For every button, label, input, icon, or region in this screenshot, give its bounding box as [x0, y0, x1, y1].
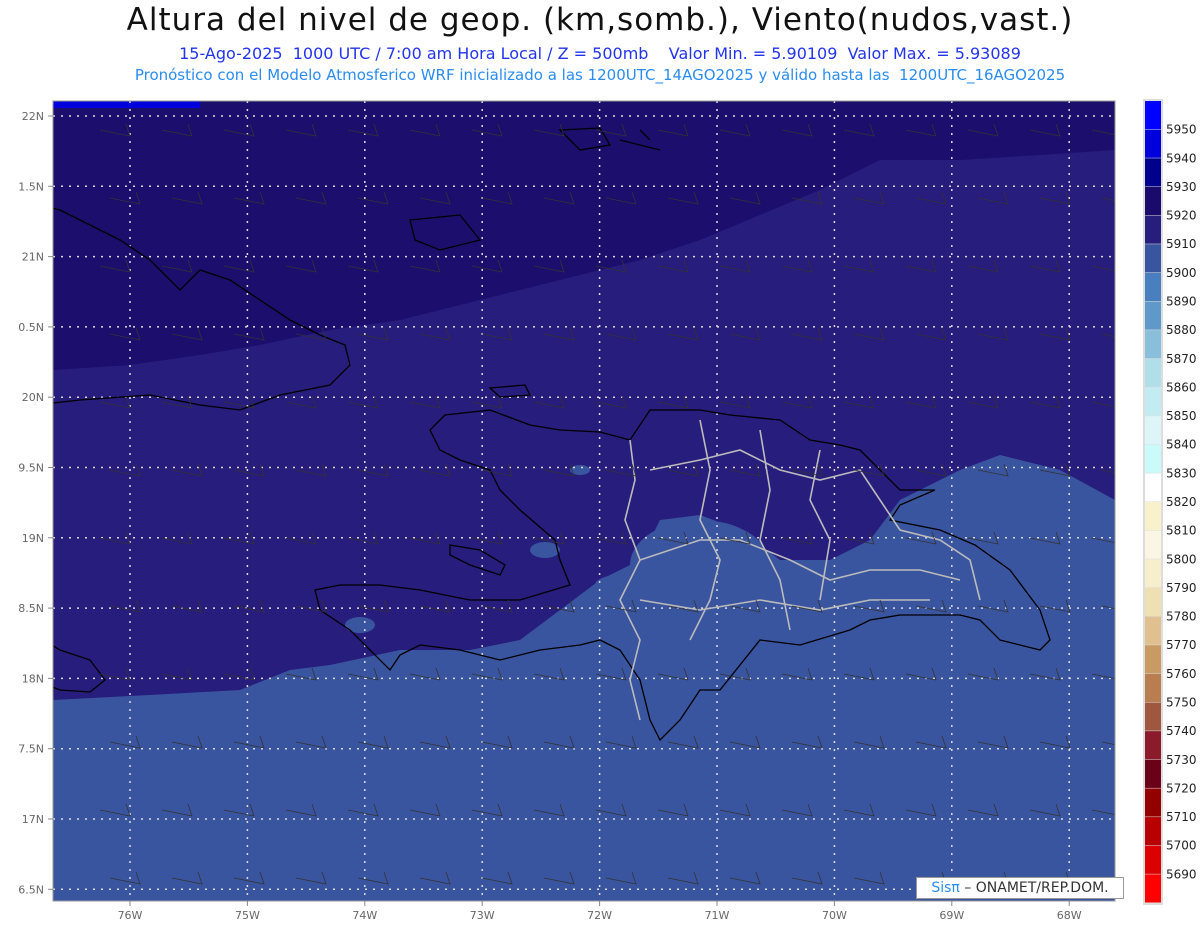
legend-swatch: [1145, 587, 1161, 617]
legend-swatch: [1145, 215, 1161, 244]
sispi-logo: Sisπ: [931, 880, 960, 896]
legend-swatch: [1145, 129, 1161, 158]
legend-swatch: [1145, 244, 1161, 273]
legend-swatch: [1145, 387, 1161, 416]
legend-swatch: [1145, 358, 1161, 387]
legend-label: 5850: [1166, 409, 1197, 423]
lat-label: 17N: [22, 813, 44, 826]
legend-label: 5900: [1166, 266, 1197, 280]
legend-label: 5820: [1166, 495, 1197, 509]
legend-label: 5920: [1166, 209, 1197, 223]
legend-label: 5800: [1166, 552, 1197, 566]
legend-label: 5710: [1166, 810, 1197, 824]
legend-swatch: [1145, 473, 1161, 502]
lon-label: 72W: [587, 909, 612, 922]
longitude-axis: 76W 75W 74W 73W 72W 71W 70W 69W 68W: [118, 901, 1082, 922]
legend-label: 5730: [1166, 753, 1197, 767]
legend-swatch: [1145, 101, 1161, 130]
legend-label: 5910: [1166, 237, 1197, 251]
lat-label: 18N: [22, 672, 44, 685]
legend-swatch: [1145, 444, 1161, 473]
lon-label: 68W: [1057, 909, 1082, 922]
lon-label: 75W: [235, 909, 260, 922]
legend-label: 5810: [1166, 524, 1197, 538]
lat-label: 20N: [22, 391, 44, 404]
legend-label: 5750: [1166, 696, 1197, 710]
legend-swatch: [1145, 530, 1161, 559]
lat-label: 19N: [22, 532, 44, 545]
lat-label: 8.5N: [18, 602, 44, 615]
legend-swatch: [1145, 330, 1161, 359]
color-legend: 5950 5940 5930 5920 5910 5900 5890 5880 5870 5860…: [1143, 99, 1197, 905]
legend-label: 5840: [1166, 438, 1197, 452]
legend-swatch: [1145, 788, 1161, 817]
lat-label: 9.5N: [18, 462, 44, 475]
legend-label: 5950: [1166, 123, 1197, 137]
lat-label: 6.5N: [18, 883, 44, 896]
legend-swatch: [1145, 502, 1161, 531]
legend-label: 5740: [1166, 724, 1197, 738]
lat-label: 21N: [22, 251, 44, 264]
legend-label: 5780: [1166, 610, 1197, 624]
legend-label: 5830: [1166, 466, 1197, 480]
legend-swatch: [1145, 702, 1161, 731]
legend-label: 5940: [1166, 151, 1197, 165]
lon-label: 74W: [352, 909, 377, 922]
legend-label: 5790: [1166, 581, 1197, 595]
legend-swatch: [1145, 158, 1161, 187]
legend-label: 5880: [1166, 323, 1197, 337]
field-5930-5940: [53, 101, 200, 108]
legend-swatch: [1145, 817, 1161, 846]
legend-swatch: [1145, 559, 1161, 588]
lon-label: 70W: [822, 909, 847, 922]
legend-label: 5860: [1166, 380, 1197, 394]
legend-swatch: [1145, 416, 1161, 445]
legend-swatch: [1145, 731, 1161, 760]
lat-label: 7.5N: [18, 743, 44, 756]
lat-label: 0.5N: [18, 321, 44, 334]
legend-label: 5700: [1166, 839, 1197, 853]
legend-label: 5870: [1166, 352, 1197, 366]
legend-label: 5770: [1166, 638, 1197, 652]
lon-label: 71W: [705, 909, 730, 922]
legend-swatch: [1145, 186, 1161, 216]
lat-label: 1.5N: [18, 180, 44, 193]
lon-label: 73W: [470, 909, 495, 922]
legend-swatch: [1145, 874, 1161, 903]
geopotential-map: 22N 1.5N 21N 0.5N 20N 9.5N 19N 8.5N 18N 7.5N 17N 6.…: [18, 99, 1197, 922]
legend-label: 5690: [1166, 867, 1197, 881]
lon-label: 76W: [118, 909, 143, 922]
legend-label: 5930: [1166, 180, 1197, 194]
legend-label: 5890: [1166, 295, 1197, 309]
legend-swatch: [1145, 673, 1161, 702]
credit-box: Sisπ – ONAMET/REP.DOM.: [916, 877, 1124, 899]
legend-swatch: [1145, 845, 1161, 874]
legend-label: 5720: [1166, 781, 1197, 795]
legend-swatch: [1145, 301, 1161, 330]
legend-swatch: [1145, 272, 1161, 301]
lon-label: 69W: [939, 909, 964, 922]
credit-text: – ONAMET/REP.DOM.: [959, 880, 1109, 896]
lat-label: 22N: [22, 110, 44, 123]
latitude-axis: 22N 1.5N 21N 0.5N 20N 9.5N 19N 8.5N 18N 7.5N 17N 6.…: [18, 110, 53, 896]
legend-swatch: [1145, 616, 1161, 645]
legend-swatch: [1145, 759, 1161, 788]
legend-swatch: [1145, 645, 1161, 674]
legend-label: 5760: [1166, 667, 1197, 681]
